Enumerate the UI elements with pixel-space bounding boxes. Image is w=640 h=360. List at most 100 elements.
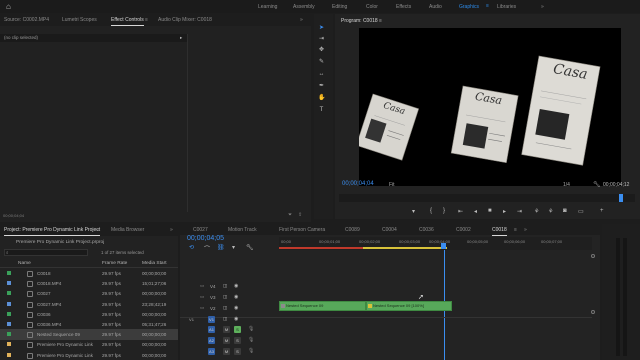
- tab-seq-c0027[interactable]: C0027: [193, 227, 208, 233]
- voiceover-icon[interactable]: 🎙︎: [248, 348, 254, 354]
- playhead-handle[interactable]: [441, 243, 446, 249]
- label-color-swatch[interactable]: [7, 332, 11, 337]
- effect-controls-menu-icon[interactable]: ≡: [145, 17, 148, 23]
- tab-seq-c0002[interactable]: C0002: [456, 227, 471, 233]
- mute-a2-button[interactable]: M: [223, 337, 230, 344]
- tab-seq-c0036[interactable]: C0036: [419, 227, 434, 233]
- col-frame-rate[interactable]: Frame Rate: [102, 261, 127, 266]
- step-forward-icon[interactable]: ▸: [503, 208, 506, 215]
- tab-lumetri-scopes[interactable]: Lumetri Scopes: [62, 17, 97, 23]
- tab-seq-c0089[interactable]: C0089: [345, 227, 360, 233]
- selection-tool-icon[interactable]: ➤: [318, 25, 325, 32]
- export-frame-icon[interactable]: ◙: [563, 208, 567, 214]
- eye-icon[interactable]: ◉: [234, 305, 238, 311]
- hand-tool-icon[interactable]: ✋: [318, 95, 325, 102]
- label-color-swatch[interactable]: [7, 322, 11, 326]
- go-to-out-icon[interactable]: ⇥: [517, 208, 522, 215]
- tab-audio-clip-mixer[interactable]: Audio Clip Mixer: C0018: [158, 17, 212, 23]
- workspace-color[interactable]: Color: [366, 4, 378, 10]
- snap-icon[interactable]: ⟲: [189, 244, 194, 251]
- type-tool-icon[interactable]: T: [318, 107, 325, 114]
- program-scrub-bar[interactable]: [339, 194, 635, 202]
- timeline-ruler[interactable]: 00;00 00;00;01;00 00;00;02;00 00;00;03;0…: [279, 237, 592, 250]
- col-name[interactable]: Name: [18, 261, 31, 266]
- home-icon[interactable]: ⌂: [6, 2, 15, 11]
- tab-seq-first-person-camera[interactable]: First Person Camera: [279, 227, 325, 233]
- mute-a3-button[interactable]: M: [223, 348, 230, 355]
- add-marker-timeline-icon[interactable]: ▾: [232, 244, 235, 251]
- track-target-a3[interactable]: A3: [208, 348, 215, 355]
- timeline-clip[interactable]: Nested Sequence 09 [100%]: [366, 301, 452, 311]
- export-icon[interactable]: ⇪: [298, 212, 302, 218]
- scrub-playhead[interactable]: [619, 194, 623, 202]
- toggle-output-icon[interactable]: ◫: [223, 305, 227, 311]
- timeline-scrollbar[interactable]: [591, 254, 595, 314]
- label-color-swatch[interactable]: [7, 301, 11, 306]
- track-target-v1[interactable]: V1: [208, 316, 215, 323]
- timeline-clip[interactable]: Nested Sequence 09: [279, 301, 366, 311]
- stop-icon[interactable]: ■: [488, 208, 492, 214]
- pen-tool-icon[interactable]: ✒: [318, 83, 325, 90]
- tab-media-browser[interactable]: Media Browser: [111, 227, 144, 233]
- resolution-dropdown[interactable]: 1/4: [563, 182, 570, 188]
- label-color-swatch[interactable]: [7, 281, 11, 286]
- tab-seq-motion-track[interactable]: Motion Track: [228, 227, 257, 233]
- toggle-output-icon[interactable]: ◫: [223, 316, 227, 322]
- mute-a1-button[interactable]: M: [223, 326, 230, 333]
- workspace-audio[interactable]: Audio: [429, 4, 442, 10]
- source-tabs-overflow[interactable]: »: [300, 17, 303, 23]
- filter-icon[interactable]: ⏷: [288, 212, 292, 218]
- workspace-effects[interactable]: Effects: [396, 4, 411, 10]
- tab-effect-controls[interactable]: Effect Controls: [111, 17, 144, 26]
- lock-icon[interactable]: ▭: [200, 283, 204, 289]
- toggle-output-icon[interactable]: ◫: [223, 294, 227, 300]
- extract-icon[interactable]: ⚘: [548, 208, 553, 215]
- expand-arrow-icon[interactable]: ▸: [180, 35, 182, 41]
- label-color-swatch[interactable]: [7, 342, 11, 347]
- program-playhead-timecode[interactable]: 00;00;04;04: [342, 181, 374, 187]
- label-color-swatch[interactable]: [7, 311, 11, 316]
- project-menu-icon[interactable]: ≡: [97, 227, 100, 233]
- timeline-tabs-overflow[interactable]: »: [524, 227, 527, 233]
- ripple-edit-tool-icon[interactable]: ✥: [318, 47, 325, 54]
- lift-icon[interactable]: ⚘: [534, 208, 539, 215]
- tab-source[interactable]: Source: C0002.MP4: [4, 17, 49, 23]
- scroll-knob[interactable]: [591, 310, 595, 314]
- go-to-in-icon[interactable]: ⇤: [458, 208, 463, 215]
- wrench-icon[interactable]: 🔧︎: [593, 181, 601, 188]
- step-back-icon[interactable]: ◂: [474, 208, 477, 215]
- solo-a2-button[interactable]: S: [234, 337, 241, 344]
- tab-project[interactable]: Project: Premiere Pro Dynamic Link Proje…: [4, 227, 101, 236]
- voiceover-icon[interactable]: 🎙︎: [248, 326, 254, 332]
- project-list-item[interactable]: Premiere Pro Dynamic Link 29.97 fps 00;00;…: [0, 350, 178, 360]
- timeline-timecode[interactable]: 00;00;04;05: [187, 235, 224, 242]
- timeline-settings-icon[interactable]: 🔧︎: [246, 244, 254, 251]
- solo-a1-button[interactable]: S: [234, 326, 241, 333]
- label-color-swatch[interactable]: [7, 271, 11, 275]
- workspace-assembly[interactable]: Assembly: [293, 4, 315, 10]
- workspaces-overflow[interactable]: »: [541, 4, 544, 10]
- add-marker-icon[interactable]: ▾: [412, 208, 415, 215]
- timeline-menu-icon[interactable]: ≡: [514, 227, 517, 233]
- label-color-swatch[interactable]: [7, 352, 11, 357]
- mark-out-icon[interactable]: }: [443, 208, 445, 214]
- nest-icon[interactable]: ⌒: [204, 244, 210, 253]
- eye-icon[interactable]: ◉: [234, 283, 238, 289]
- project-tabs-overflow[interactable]: »: [170, 227, 173, 233]
- eye-icon[interactable]: ◉: [234, 316, 238, 322]
- project-search-input[interactable]: ⌕: [4, 249, 88, 256]
- voiceover-icon[interactable]: 🎙︎: [248, 337, 254, 343]
- comparison-view-icon[interactable]: ▭: [578, 208, 584, 215]
- source-patch-v1[interactable]: V1: [188, 316, 195, 323]
- button-editor-icon[interactable]: +: [600, 208, 604, 214]
- track-target-a1[interactable]: A1: [208, 326, 215, 333]
- eye-icon[interactable]: ◉: [234, 294, 238, 300]
- linked-selection-icon[interactable]: ⛓: [217, 244, 225, 251]
- label-color-swatch[interactable]: [7, 291, 11, 296]
- program-menu-icon[interactable]: ≡: [379, 18, 382, 24]
- tab-seq-c0004[interactable]: C0004: [382, 227, 397, 233]
- workspace-learning[interactable]: Learning: [258, 4, 277, 10]
- toggle-output-icon[interactable]: ◫: [223, 283, 227, 289]
- tab-seq-c0018[interactable]: C0018: [492, 227, 507, 236]
- track-target-a2[interactable]: A2: [208, 337, 215, 344]
